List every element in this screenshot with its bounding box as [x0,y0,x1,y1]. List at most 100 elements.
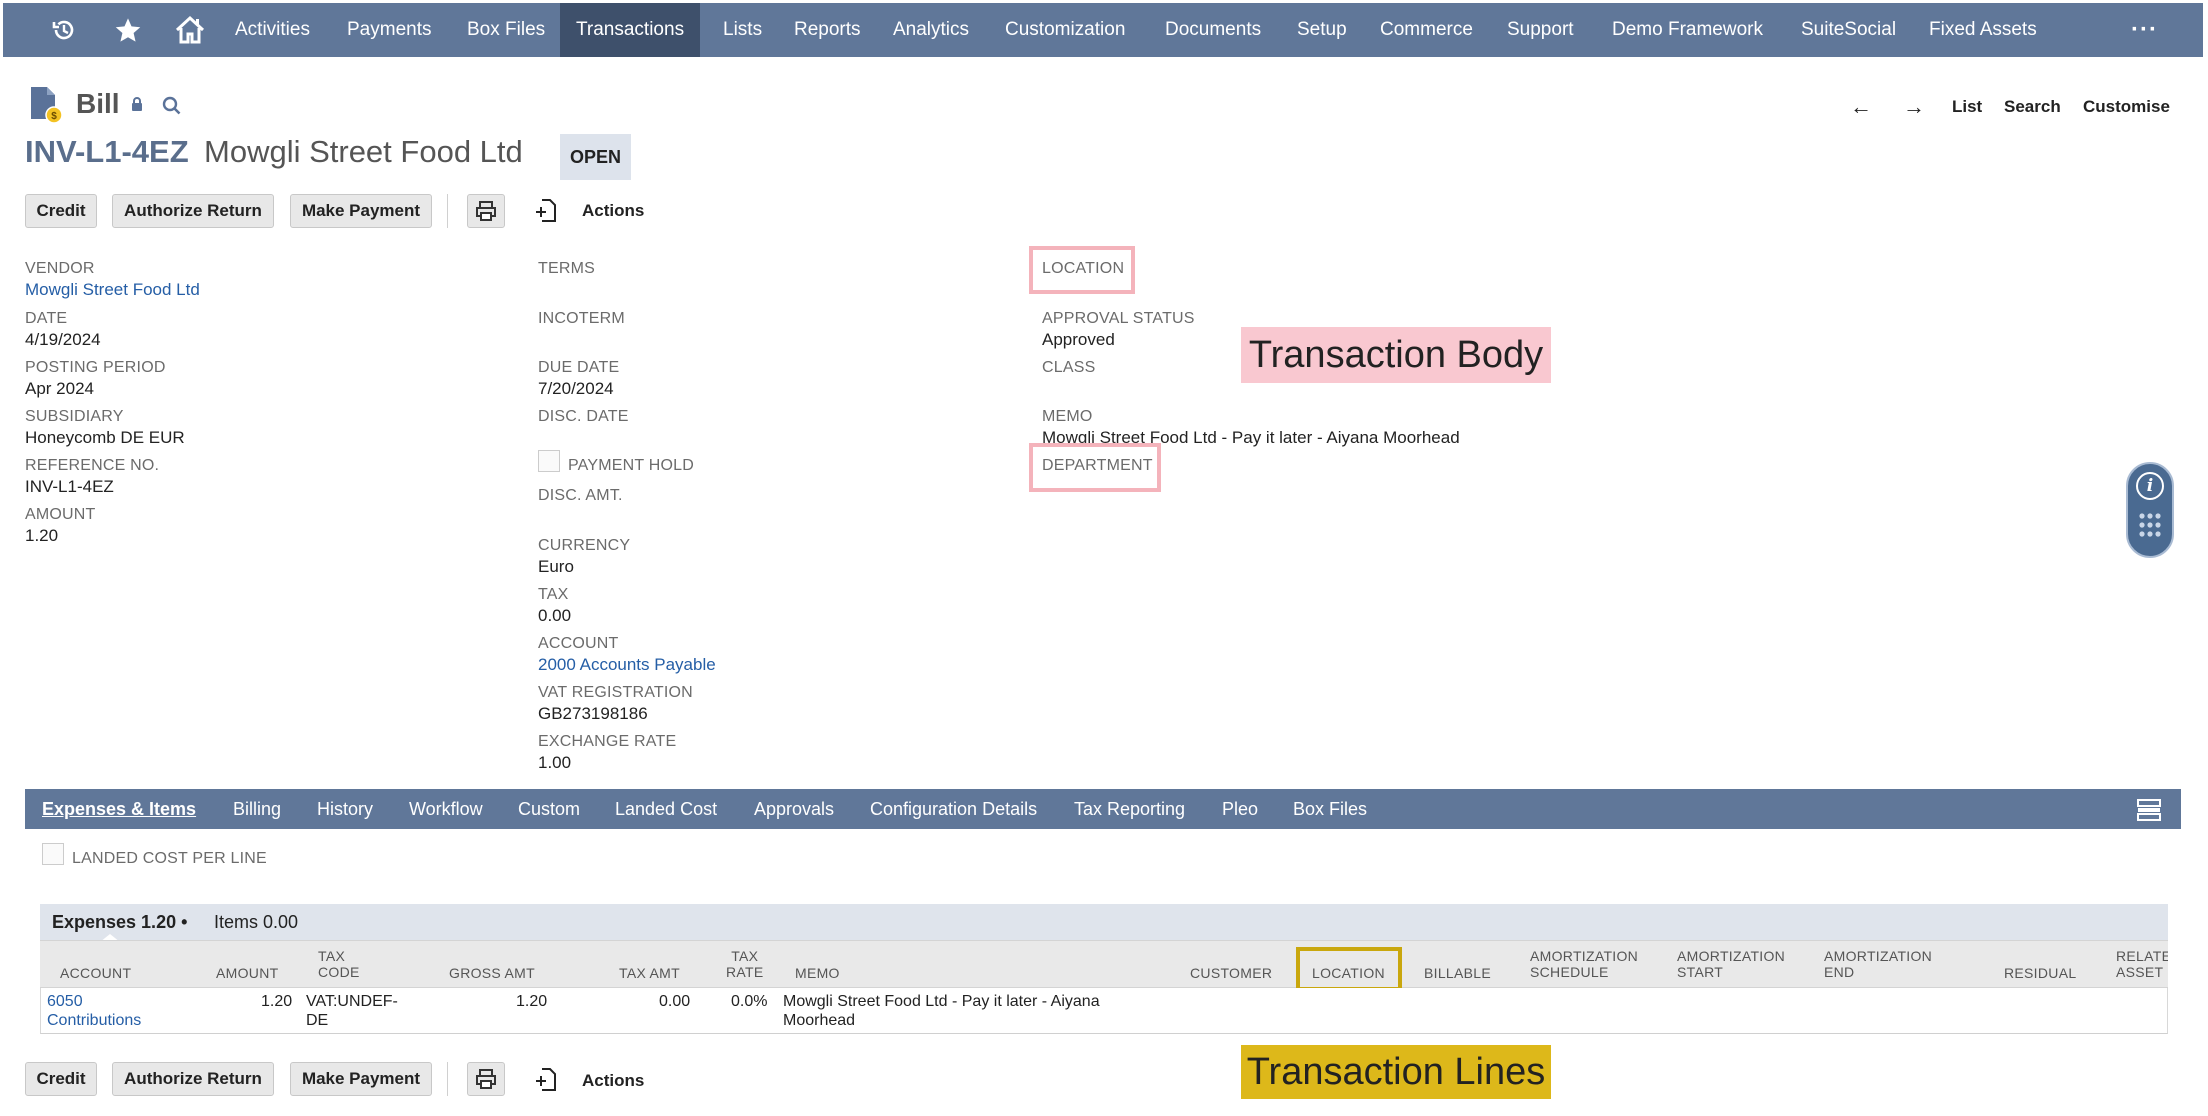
col-customer: CUSTOMER [1190,965,1273,981]
subtab-bar: Expenses & Items Billing History Workflo… [25,789,2181,829]
tab-box-files[interactable]: Box Files [1293,789,1367,829]
vat-registration-label: VAT REGISTRATION [538,684,693,701]
col-memo: MEMO [795,965,840,981]
print-icon[interactable] [467,194,505,228]
tab-tax-reporting[interactable]: Tax Reporting [1074,789,1185,829]
exchange-rate-label: EXCHANGE RATE [538,733,677,750]
nav-commerce[interactable]: Commerce [1380,3,1473,57]
currency-value: Euro [538,557,574,576]
nav-setup[interactable]: Setup [1297,3,1347,57]
tab-history[interactable]: History [317,789,373,829]
next-arrow-icon[interactable]: → [1903,94,1925,120]
tab-landed-cost[interactable]: Landed Cost [615,789,717,829]
vendor-link[interactable]: Mowgli Street Food Ltd [25,280,200,300]
col-amount: AMOUNT [216,965,279,981]
col-gross-amt: GROSS AMT [449,965,535,981]
make-payment-button[interactable]: Make Payment [290,194,432,228]
help-widget[interactable]: i [2126,462,2174,558]
new-document-icon[interactable] [534,198,560,224]
disc-date-label: DISC. DATE [538,408,629,425]
search-icon[interactable] [162,96,182,116]
customise-link[interactable]: Customise [2083,97,2170,117]
location-column-highlight-box [1296,947,1402,991]
department-label: DEPARTMENT [1042,457,1153,474]
button-separator [447,194,448,228]
nav-support[interactable]: Support [1507,3,1574,57]
sublist-column-headers: ACCOUNT AMOUNT TAX CODE GROSS AMT TAX AMT… [40,940,2168,988]
previous-arrow-icon[interactable]: ← [1850,94,1872,120]
history-icon[interactable] [43,3,85,57]
credit-button[interactable]: Credit [25,194,97,228]
transaction-body-annotation: Transaction Body [1241,327,1551,383]
reference-no-label: REFERENCE NO. [25,457,160,474]
lock-icon[interactable] [130,96,146,114]
row-gross-amt: 1.20 [516,993,548,1010]
nav-fixed-assets[interactable]: Fixed Assets [1929,3,2037,57]
approval-status-label: APPROVAL STATUS [1042,310,1195,327]
tab-workflow[interactable]: Workflow [409,789,483,829]
search-link[interactable]: Search [2004,97,2061,117]
print-icon[interactable] [467,1062,505,1096]
authorize-return-button-bottom[interactable]: Authorize Return [112,1062,274,1096]
subsidiary-value: Honeycomb DE EUR [25,428,185,447]
incoterm-label: INCOTERM [538,310,625,327]
due-date-value: 7/20/2024 [538,379,614,398]
row-amount: 1.20 [261,993,293,1010]
nav-analytics[interactable]: Analytics [893,3,969,57]
nav-customization[interactable]: Customization [1005,3,1125,57]
nav-activities[interactable]: Activities [235,3,310,57]
star-icon[interactable] [107,3,149,57]
nav-payments[interactable]: Payments [347,3,431,57]
landed-cost-per-line-checkbox[interactable] [42,843,64,865]
actions-menu[interactable]: Actions [582,201,644,221]
keypad-icon[interactable] [2138,512,2162,548]
actions-menu-bottom[interactable]: Actions [582,1071,644,1091]
location-label: LOCATION [1042,260,1125,277]
vat-registration-value: GB273198186 [538,704,648,723]
info-icon[interactable]: i [2136,472,2164,500]
nav-documents[interactable]: Documents [1165,3,1261,57]
layout-toggle-icon[interactable] [2137,799,2161,821]
credit-button-bottom[interactable]: Credit [25,1062,97,1096]
account-link[interactable]: 2000 Accounts Payable [538,655,716,675]
tax-label: TAX [538,586,569,603]
top-navigation-bar: Activities Payments Box Files Transactio… [3,3,2203,57]
nav-lists[interactable]: Lists [723,3,762,57]
col-billable: BILLABLE [1424,965,1491,981]
list-link[interactable]: List [1952,97,1982,117]
new-document-icon[interactable] [534,1067,560,1093]
col-tax-code: TAX CODE [318,948,360,980]
nav-transactions[interactable]: Transactions [560,3,701,57]
landed-cost-per-line-label: LANDED COST PER LINE [72,850,267,867]
nav-reports[interactable]: Reports [794,3,861,57]
row-memo: Mowgli Street Food Ltd - Pay it later - … [783,993,1100,1029]
amount-label: AMOUNT [25,506,96,523]
nav-box-files[interactable]: Box Files [467,3,545,57]
tab-pleo[interactable]: Pleo [1222,789,1258,829]
more-menu-icon[interactable]: ··· [2131,3,2158,57]
home-icon[interactable] [169,3,211,57]
transaction-lines-annotation: Transaction Lines [1241,1045,1551,1099]
nav-demo-framework[interactable]: Demo Framework [1612,3,1763,57]
tab-configuration-details[interactable]: Configuration Details [870,789,1037,829]
items-subtab[interactable]: Items 0.00 [214,912,298,933]
tab-expenses-items[interactable]: Expenses & Items [42,789,196,829]
table-row[interactable]: 6050 Contributions 1.20 VAT:UNDEF- DE 1.20… [40,988,2168,1034]
class-label: CLASS [1042,359,1096,376]
expenses-subtab[interactable]: Expenses 1.20 • [52,912,187,933]
tab-approvals[interactable]: Approvals [754,789,834,829]
exchange-rate-value: 1.00 [538,753,572,772]
nav-suitesocial[interactable]: SuiteSocial [1801,3,1896,57]
tab-custom[interactable]: Custom [518,789,580,829]
disc-amt-label: DISC. AMT. [538,487,623,504]
payment-hold-checkbox[interactable] [538,450,560,472]
approval-status-value: Approved [1042,330,1115,349]
tax-value: 0.00 [538,606,572,625]
row-account-link[interactable]: 6050 Contributions [47,992,141,1030]
col-related-asset: RELATE ASSET [2116,948,2168,980]
authorize-return-button[interactable]: Authorize Return [112,194,274,228]
col-tax-rate: TAX RATE [726,948,764,980]
col-amortization-schedule: AMORTIZATION SCHEDULE [1530,948,1639,980]
make-payment-button-bottom[interactable]: Make Payment [290,1062,432,1096]
tab-billing[interactable]: Billing [233,789,281,829]
